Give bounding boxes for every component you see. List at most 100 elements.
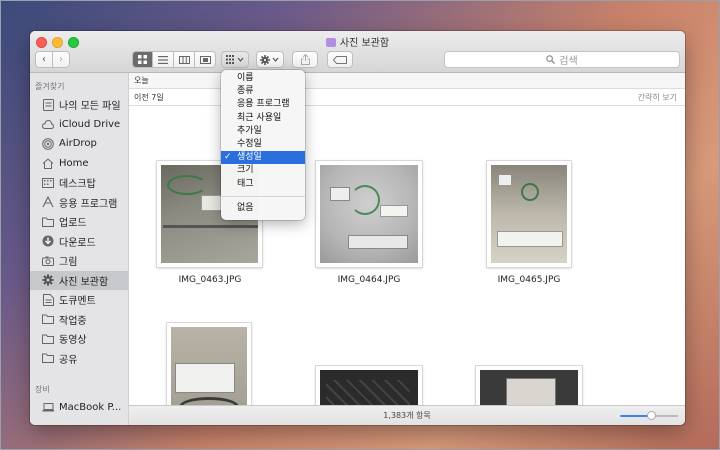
menu-item[interactable]: 태그 xyxy=(221,178,305,191)
window-title: 사진 보관함 xyxy=(30,34,685,49)
devices-heading: 장비 xyxy=(35,385,50,394)
sidebar-item[interactable]: 작업중 xyxy=(30,310,128,330)
sidebar-item[interactable]: iCloud Drive xyxy=(30,115,128,135)
forward-button[interactable]: › xyxy=(52,51,70,68)
section-header-today[interactable]: 오늘 xyxy=(129,73,685,89)
menu-item-none[interactable]: 없음 xyxy=(221,202,305,215)
document-icon xyxy=(42,293,54,306)
photo-thumbnail[interactable] xyxy=(316,366,422,405)
photo-image xyxy=(320,370,418,405)
icon-view-icon xyxy=(138,55,147,64)
applications-icon xyxy=(42,196,54,208)
photo-image xyxy=(320,165,418,263)
arrange-by-menu: 이름 종류 응용 프로그램 최근 사용일 추가일 수정일 ✓ 생성일 크기 태그 없음 xyxy=(221,70,305,220)
title-bar: 사진 보관함 ‹ › 검색 xyxy=(30,31,685,73)
gallery-view-icon xyxy=(199,55,211,64)
gear-icon xyxy=(260,54,279,65)
column-view-icon xyxy=(178,55,190,64)
action-button[interactable] xyxy=(256,51,284,68)
airdrop-icon xyxy=(42,137,54,150)
menu-item[interactable]: 추가일 xyxy=(221,125,305,138)
menu-item[interactable]: 크기 xyxy=(221,164,305,177)
search-field[interactable]: 검색 xyxy=(444,51,680,68)
icon-view-button[interactable] xyxy=(132,51,153,68)
folder-icon xyxy=(42,352,54,364)
sidebar-item[interactable]: 데스크탑 xyxy=(30,173,128,193)
finder-window: 사진 보관함 ‹ › 검색 즐겨찾기 나의 모든 파일 iCloud Drive… xyxy=(30,31,685,425)
folder-icon xyxy=(42,333,54,345)
sidebar-item-label: AirDrop xyxy=(59,138,97,150)
share-icon xyxy=(300,54,310,65)
show-less-link[interactable]: 간략히 보기 xyxy=(638,90,677,105)
list-view-icon xyxy=(158,55,168,64)
download-icon xyxy=(42,235,54,247)
sidebar-item[interactable]: MacBook P... xyxy=(30,398,128,418)
sidebar-item[interactable]: 공유 xyxy=(30,349,128,369)
photo-library-icon xyxy=(325,38,336,47)
back-button[interactable]: ‹ xyxy=(35,51,53,68)
cloud-icon xyxy=(42,118,54,130)
edit-tags-button[interactable] xyxy=(327,51,353,68)
view-mode-control xyxy=(132,51,216,68)
camera-icon xyxy=(42,255,54,267)
photo-image xyxy=(480,370,578,405)
photo-caption[interactable]: IMG_0465.JPG xyxy=(469,275,589,285)
sidebar-item-label: 사진 보관함 xyxy=(59,276,109,288)
gear-icon xyxy=(42,274,54,286)
sidebar-item-label: 응용 프로그램 xyxy=(59,198,118,210)
section-header-last7[interactable]: 이전 7일 간략히 보기 xyxy=(129,90,685,106)
photo-caption[interactable]: IMG_0464.JPG xyxy=(309,275,429,285)
column-view-button[interactable] xyxy=(174,51,195,68)
share-button[interactable] xyxy=(292,51,318,68)
menu-item[interactable]: 이름 xyxy=(221,72,305,85)
sidebar-item-label: 데스크탑 xyxy=(59,179,96,191)
sidebar: 즐겨찾기 나의 모든 파일 iCloud Drive AirDrop Home 데스크탑… xyxy=(30,73,129,425)
sidebar-item-label: 작업중 xyxy=(59,315,87,327)
sidebar-item-label: MacBook P... xyxy=(59,402,122,414)
sidebar-item[interactable]: 사진 보관함 xyxy=(30,270,128,290)
laptop-icon xyxy=(42,402,54,414)
photo-thumbnail[interactable] xyxy=(487,161,571,267)
content-area: 오늘 이전 7일 간략히 보기 IMG_0463.JPG IMG_0464.JP… xyxy=(129,73,685,405)
menu-item[interactable]: 최근 사용일 xyxy=(221,112,305,125)
folder-icon xyxy=(42,313,54,325)
arrange-button[interactable] xyxy=(221,51,249,68)
sidebar-item-label: Home xyxy=(59,157,89,169)
gallery-view-button[interactable] xyxy=(195,51,216,68)
menu-item[interactable]: 응용 프로그램 xyxy=(221,98,305,111)
arrange-grid-icon xyxy=(226,55,244,64)
folder-icon xyxy=(42,216,54,228)
sidebar-item[interactable]: 응용 프로그램 xyxy=(30,193,128,213)
menu-item[interactable]: 종류 xyxy=(221,85,305,98)
tag-icon xyxy=(333,55,347,64)
menu-item[interactable]: ✓ 생성일 xyxy=(221,151,305,165)
sidebar-item[interactable]: 도큐멘트 xyxy=(30,290,128,310)
sidebar-item[interactable]: 다운로드 xyxy=(30,232,128,252)
sidebar-item-label: 나의 모든 파일 xyxy=(59,101,121,113)
sidebar-item[interactable]: 그림 xyxy=(30,251,128,271)
photo-image xyxy=(491,165,567,263)
checkmark-icon: ✓ xyxy=(224,152,232,163)
zoom-slider[interactable] xyxy=(620,411,678,420)
favorites-heading: 즐겨찾기 xyxy=(35,82,65,91)
sidebar-item-label: 다운로드 xyxy=(59,237,96,249)
list-view-button[interactable] xyxy=(153,51,174,68)
photo-thumbnail[interactable] xyxy=(167,323,251,405)
sidebar-item-label: 업로드 xyxy=(59,218,87,230)
photo-thumbnail[interactable] xyxy=(476,366,582,405)
sidebar-item[interactable]: 동영상 xyxy=(30,329,128,349)
sidebar-item-label: iCloud Drive xyxy=(59,118,121,130)
zoom-slider-knob[interactable] xyxy=(647,411,657,420)
photo-thumbnail[interactable] xyxy=(316,161,422,267)
sidebar-item[interactable]: 업로드 xyxy=(30,212,128,232)
sidebar-item[interactable]: Home xyxy=(30,154,128,174)
item-count: 1,383개 항목 xyxy=(383,411,431,420)
search-icon xyxy=(546,55,556,64)
photo-caption[interactable]: IMG_0463.JPG xyxy=(150,275,270,285)
sidebar-item[interactable]: AirDrop xyxy=(30,134,128,154)
sidebar-item-label: 동영상 xyxy=(59,335,87,347)
desktop-icon xyxy=(42,177,54,189)
all-files-icon xyxy=(42,98,54,111)
sidebar-item[interactable]: 나의 모든 파일 xyxy=(30,95,128,115)
menu-item[interactable]: 수정일 xyxy=(221,138,305,151)
